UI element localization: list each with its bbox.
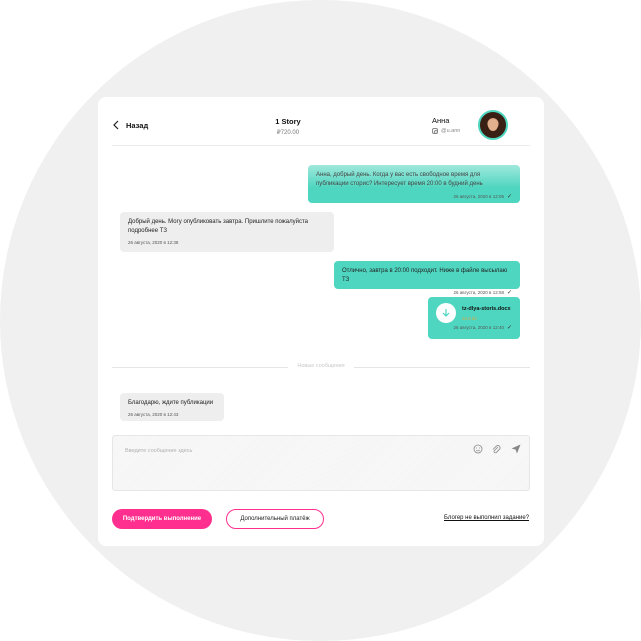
message-text: Благодарю, ждите публикации: [128, 400, 214, 406]
paperclip-icon[interactable]: [491, 444, 501, 454]
message-time: 26 августа, 2020 в 12:40: [453, 325, 504, 330]
message-time: 26 августа, 2020 в 12:38: [128, 240, 179, 245]
download-button[interactable]: [436, 303, 456, 323]
confirm-completion-button[interactable]: Подтвердить выполнение: [112, 509, 212, 529]
chevron-left-icon: [113, 120, 119, 130]
avatar[interactable]: [478, 110, 508, 140]
message-time-row: 26 августа, 2020 в 12:05 ✓: [316, 193, 512, 200]
message-text: Добрый день. Могу опубликовать завтра. П…: [128, 219, 308, 234]
file-name[interactable]: tz-dlya-storis.docx: [462, 306, 511, 312]
message-time: 26 августа, 2020 в 12:05: [453, 194, 504, 199]
report-blogger-link[interactable]: Блогер не выполнил задание?: [444, 515, 529, 521]
message-outgoing: Анна, добрый день. Когда у вас есть своб…: [308, 165, 520, 203]
file-info: tz-dlya-storis.docx 34.5 kb: [462, 303, 511, 321]
message-time-row: 26 августа, 2020 в 12:43: [128, 412, 216, 417]
message-text: Отлично, завтра в 20:00 подходит. Ниже в…: [342, 268, 508, 283]
message-incoming: Добрый день. Могу опубликовать завтра. П…: [120, 212, 334, 252]
message-time-row: 26 августа, 2020 в 12:40 ✓: [436, 324, 512, 331]
order-price: ₽720.00: [276, 130, 300, 136]
double-check-icon: ✓: [506, 194, 512, 200]
user-name: Анна: [432, 116, 450, 125]
message-file: tz-dlya-storis.docx 34.5 kb 26 августа, …: [428, 297, 520, 339]
extra-payment-button[interactable]: Дополнительный платёж: [226, 509, 324, 529]
message-time: 26 августа, 2020 в 12:58: [453, 290, 504, 295]
order-title: 1 Story: [275, 117, 301, 126]
message-time-row: 26 августа, 2020 в 12:58 ✓: [342, 289, 512, 296]
user-handle-row: @u.ann: [432, 128, 460, 134]
message-incoming: Благодарю, ждите публикации 26 августа, …: [120, 393, 224, 421]
message-composer: [112, 435, 530, 491]
message-time: 26 августа, 2020 в 12:43: [128, 412, 179, 417]
file-attachment: tz-dlya-storis.docx 34.5 kb: [436, 303, 512, 323]
file-size: 34.5 kb: [462, 316, 477, 321]
instagram-icon: [432, 128, 438, 134]
send-icon[interactable]: [511, 444, 521, 454]
order-info: 1 Story ₽720.00: [248, 117, 328, 136]
chat-card: Назад 1 Story ₽720.00 Анна @u.ann Анна, …: [98, 97, 544, 546]
header-divider: [112, 145, 530, 146]
chat-header: Назад 1 Story ₽720.00 Анна @u.ann: [98, 97, 544, 145]
emoji-icon[interactable]: [473, 444, 483, 454]
back-button[interactable]: Назад: [112, 120, 148, 130]
message-outgoing: Отлично, завтра в 20:00 подходит. Ниже в…: [334, 261, 520, 296]
message-text: Анна, добрый день. Когда у вас есть своб…: [316, 172, 483, 187]
download-icon: [442, 308, 450, 317]
message-time-row: 26 августа, 2020 в 12:38: [128, 240, 326, 245]
user-info[interactable]: Анна @u.ann: [432, 116, 460, 134]
new-messages-label: Новые сообщения: [288, 363, 354, 369]
back-label: Назад: [126, 120, 149, 130]
double-check-icon: ✓: [506, 290, 512, 296]
double-check-icon: ✓: [506, 325, 512, 331]
user-handle: @u.ann: [441, 128, 461, 134]
message-input[interactable]: [123, 442, 457, 460]
